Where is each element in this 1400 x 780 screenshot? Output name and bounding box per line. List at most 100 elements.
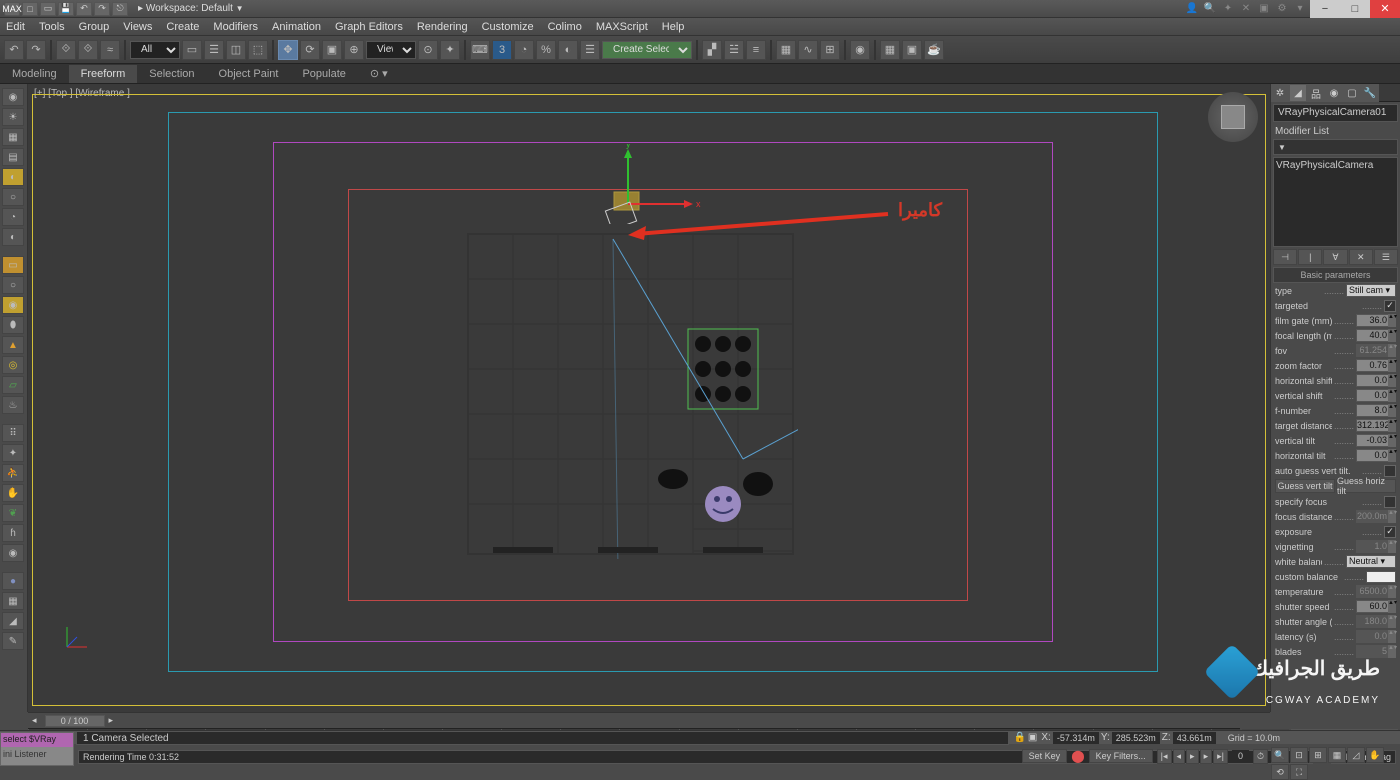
link-icon[interactable]: ⎋ (112, 2, 128, 16)
checkbox[interactable] (1384, 496, 1396, 508)
menu-views[interactable]: Views (123, 21, 152, 33)
render-setup-button[interactable]: ▦ (880, 40, 900, 60)
spinner[interactable]: -0.03 (1356, 434, 1396, 447)
menu-modifiers[interactable]: Modifiers (213, 21, 258, 33)
isolate-icon[interactable]: ▣ (1028, 732, 1037, 743)
color-swatch[interactable] (1366, 571, 1396, 583)
angle-snap-button[interactable]: ◔ (514, 40, 534, 60)
orbit-icon[interactable]: ⟲ (1271, 764, 1289, 780)
redo-icon[interactable]: ↷ (94, 2, 110, 16)
spinner[interactable]: 60.0 (1356, 600, 1396, 613)
lock-icon[interactable]: 🔒 (1013, 732, 1025, 743)
dropdown[interactable]: Still cam ▾ (1346, 284, 1396, 297)
tab-freeform[interactable]: Freeform (69, 65, 138, 83)
spinner-snap-button[interactable]: ◐ (558, 40, 578, 60)
torus-icon[interactable]: ◎ (2, 356, 24, 374)
cylinder-icon[interactable]: ⬮ (2, 316, 24, 334)
spinner[interactable]: 0.76 (1356, 359, 1396, 372)
mirror-button[interactable]: ▞ (702, 40, 722, 60)
checkbox[interactable]: ✓ (1384, 300, 1396, 312)
menu-customize[interactable]: Customize (482, 21, 534, 33)
play-icon[interactable]: ▸ (1186, 749, 1199, 764)
vray-ies-icon[interactable]: ▦ (2, 128, 24, 146)
scene-explorer-button[interactable]: ▦ (776, 40, 796, 60)
placement-button[interactable]: ⊕ (344, 40, 364, 60)
pin-stack-icon[interactable]: ⊣ (1273, 249, 1297, 265)
coord-y-field[interactable]: 285.523m (1112, 732, 1160, 744)
coord-x-field[interactable]: -57.314m (1053, 732, 1099, 744)
object-name-field[interactable]: VRayPhysicalCamera01 (1273, 104, 1398, 122)
favorites-icon[interactable]: ✦ (1220, 2, 1236, 16)
key-filters-button[interactable]: Key Filters... (1089, 749, 1153, 763)
rendered-frame-button[interactable]: ▣ (902, 40, 922, 60)
modifier-list-dropdown[interactable] (1273, 139, 1398, 155)
rotate-button[interactable]: ⟳ (300, 40, 320, 60)
snaps-toggle-button[interactable]: 3 (492, 40, 512, 60)
unlink-button[interactable]: ⟐ (78, 40, 98, 60)
paint-icon[interactable]: ✎ (2, 632, 24, 650)
manipulate-button[interactable]: ✦ (440, 40, 460, 60)
new-icon[interactable]: □ (22, 2, 38, 16)
unique-icon[interactable]: ∀ (1323, 249, 1347, 265)
app-logo-icon[interactable]: MAX (4, 2, 20, 16)
maxscript-listener[interactable]: select $VRay ini Listener (0, 732, 74, 766)
scale-button[interactable]: ▣ (322, 40, 342, 60)
curve-editor-button[interactable]: ∿ (798, 40, 818, 60)
tab-objectpaint[interactable]: Object Paint (207, 65, 291, 83)
time-slider[interactable]: ◂ 0 / 100 ▸ (28, 712, 1270, 728)
configure-icon[interactable]: ☰ (1374, 249, 1398, 265)
cone-icon[interactable]: ▲ (2, 336, 24, 354)
spinner[interactable]: 36.0 (1356, 314, 1396, 327)
bind-button[interactable]: ≈ (100, 40, 120, 60)
pivot-button[interactable]: ⊙ (418, 40, 438, 60)
vray-sphere-icon[interactable]: ○ (2, 188, 24, 206)
biped-icon[interactable]: ⛹ (2, 464, 24, 482)
plane-icon[interactable]: ▱ (2, 376, 24, 394)
coord-z-field[interactable]: 43.661m (1173, 732, 1216, 744)
move-button[interactable]: ✥ (278, 40, 298, 60)
bones-icon[interactable]: ✋ (2, 484, 24, 502)
workspace-selector[interactable]: ▸ Workspace: Default ▼ (138, 3, 244, 14)
percent-snap-button[interactable]: % (536, 40, 556, 60)
checkbox[interactable]: ✓ (1384, 526, 1396, 538)
cube-icon[interactable]: ▣ (1256, 2, 1272, 16)
utilities-tab-icon[interactable]: 🔧 (1361, 84, 1379, 102)
display-tab-icon[interactable]: ▢ (1343, 84, 1361, 102)
timeline-end-icon[interactable]: ▸ (105, 715, 118, 726)
prev-frame-icon[interactable]: ◂ (1173, 749, 1186, 764)
modify-tab-icon[interactable]: ◢ (1289, 84, 1307, 102)
menu-help[interactable]: Help (662, 21, 685, 33)
minimize-button[interactable]: − (1310, 0, 1340, 18)
window-crossing-button[interactable]: ⬚ (248, 40, 268, 60)
select-name-button[interactable]: ☰ (204, 40, 224, 60)
search-icon[interactable]: 🔍 (1202, 2, 1218, 16)
settings-icon[interactable]: ⚙ (1274, 2, 1290, 16)
guess-vert-tilt-button[interactable]: Guess vert tilt (1275, 479, 1335, 493)
maximize-viewport-icon[interactable]: ⛶ (1290, 764, 1308, 780)
next-frame-icon[interactable]: ▸ (1200, 749, 1213, 764)
menu-group[interactable]: Group (79, 21, 110, 33)
vray-plane-icon[interactable]: ◐ (2, 228, 24, 246)
keyboard-shortcut-button[interactable]: ⌨ (470, 40, 490, 60)
undo-button[interactable]: ↶ (4, 40, 24, 60)
timeline-start-icon[interactable]: ◂ (28, 715, 41, 726)
menu-tools[interactable]: Tools (39, 21, 65, 33)
ref-coord-system[interactable]: View (366, 41, 416, 59)
exchange-icon[interactable]: ✕ (1238, 2, 1254, 16)
viewcube[interactable] (1208, 92, 1258, 142)
viewport[interactable]: [+] [Top ] [Wireframe ] (28, 84, 1270, 712)
selection-filter[interactable]: All (130, 41, 180, 59)
spinner[interactable]: 0.0 (1356, 449, 1396, 462)
teapot-icon[interactable]: ♨ (2, 396, 24, 414)
spinner[interactable]: 8.0 (1356, 404, 1396, 417)
guess-horiz-tilt-button[interactable]: Guess horiz tilt (1336, 479, 1396, 493)
goto-start-icon[interactable]: |◂ (1157, 749, 1172, 764)
open-icon[interactable]: ▭ (40, 2, 56, 16)
remove-mod-icon[interactable]: ✕ (1349, 249, 1373, 265)
sphere-icon[interactable]: ○ (2, 276, 24, 294)
checkbox[interactable] (1384, 465, 1396, 477)
proxy-icon[interactable]: ✦ (2, 444, 24, 462)
vray-light-icon[interactable]: ◉ (2, 88, 24, 106)
undo-icon[interactable]: ↶ (76, 2, 92, 16)
edit-named-sel-button[interactable]: ☰ (580, 40, 600, 60)
